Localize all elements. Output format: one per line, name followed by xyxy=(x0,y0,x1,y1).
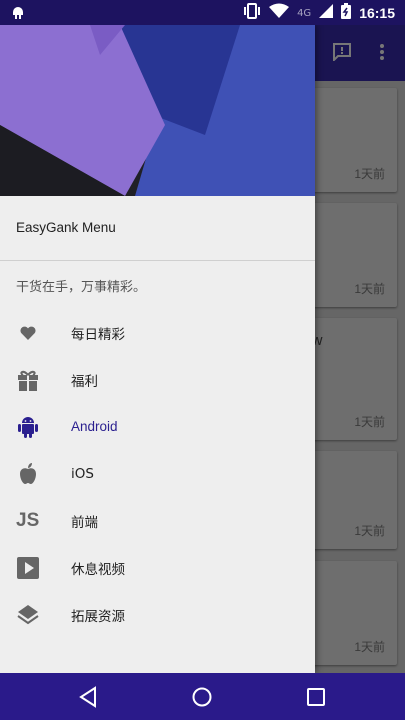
clock: 16:15 xyxy=(359,5,395,21)
heart-icon xyxy=(16,321,40,345)
card-time: 1天前 xyxy=(354,282,385,296)
js-icon: JS xyxy=(16,509,40,531)
back-button[interactable] xyxy=(77,685,101,709)
card-time: 1天前 xyxy=(354,640,385,654)
drawer-header-image xyxy=(0,25,315,196)
feedback-icon[interactable] xyxy=(333,43,351,65)
signal-icon xyxy=(319,4,334,22)
gift-icon xyxy=(16,368,40,392)
menu-item-daily[interactable]: 每日精彩 xyxy=(0,309,315,356)
play-icon xyxy=(16,556,40,580)
menu-item-ios[interactable]: iOS xyxy=(0,450,315,497)
recents-button[interactable] xyxy=(304,685,328,709)
menu-item-resources[interactable]: 拓展资源 xyxy=(0,591,315,638)
card-time: 1天前 xyxy=(354,415,385,429)
menu-item-frontend[interactable]: JS 前端 xyxy=(0,497,315,544)
status-bar: 4G 16:15 xyxy=(0,0,405,25)
menu-item-label: 拓展资源 xyxy=(71,608,125,625)
drawer-subtitle: 干货在手，万事精彩。 xyxy=(16,280,147,295)
menu-item-welfare[interactable]: 福利 xyxy=(0,356,315,403)
menu-item-label: iOS xyxy=(71,465,94,482)
navigation-drawer: EasyGank Menu 干货在手，万事精彩。 每日精彩 福利 Android… xyxy=(0,25,315,673)
card-time: 1天前 xyxy=(354,524,385,538)
battery-icon xyxy=(341,3,352,23)
apple-icon xyxy=(16,462,40,486)
menu-item-label: 前端 xyxy=(71,514,98,531)
menu-item-videos[interactable]: 休息视频 xyxy=(0,544,315,591)
wifi-icon xyxy=(269,3,290,23)
menu-item-label: Android xyxy=(71,419,118,434)
system-nav-bar xyxy=(0,673,405,720)
more-options-icon[interactable] xyxy=(380,43,384,65)
layers-icon xyxy=(16,603,40,627)
network-type-label: 4G xyxy=(297,7,312,19)
menu-item-android[interactable]: Android xyxy=(0,403,315,450)
card-time: 1天前 xyxy=(354,167,385,181)
vibrate-icon xyxy=(243,3,261,23)
android-icon xyxy=(16,415,40,439)
menu-item-label: 休息视频 xyxy=(71,561,125,578)
home-button[interactable] xyxy=(190,685,214,709)
android-notification-icon xyxy=(10,4,26,24)
divider xyxy=(0,260,315,261)
drawer-title: EasyGank Menu xyxy=(16,220,116,235)
menu-item-label: 福利 xyxy=(71,373,98,390)
menu-item-label: 每日精彩 xyxy=(71,326,125,343)
